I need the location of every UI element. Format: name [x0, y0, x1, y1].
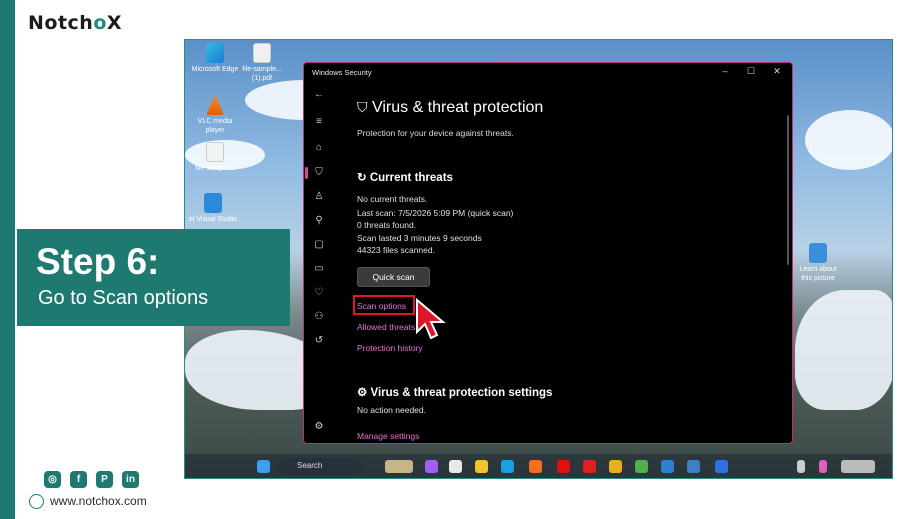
pinterest-icon[interactable]: P: [96, 471, 113, 488]
instagram-icon[interactable]: ◎: [44, 471, 61, 488]
facebook-icon[interactable]: f: [70, 471, 87, 488]
device-icon[interactable]: ▭: [312, 262, 326, 275]
chrome-icon[interactable]: [609, 460, 622, 473]
desktop-icon-edge[interactable]: Microsoft Edge: [190, 43, 240, 74]
tray-chevron-icon[interactable]: [797, 460, 805, 473]
cursor-pointer-icon: [416, 298, 446, 340]
store-icon[interactable]: [449, 460, 462, 473]
shield-outline-icon: ⛉: [357, 99, 368, 115]
desktop-icon-vs[interactable]: el Visual Studio: [188, 193, 238, 224]
close-icon[interactable]: ✕: [770, 66, 784, 78]
back-arrow-icon[interactable]: ←: [312, 88, 326, 101]
start-icon[interactable]: [257, 460, 270, 473]
edge-icon: [206, 43, 224, 63]
firefox-icon[interactable]: [529, 460, 542, 473]
family-icon[interactable]: ⚇: [312, 310, 326, 323]
left-accent-bar: [0, 0, 15, 519]
copilot-icon[interactable]: [425, 460, 438, 473]
notchox-logo: NotchoX: [28, 12, 123, 34]
home-icon[interactable]: ⌂: [312, 141, 326, 154]
scan-options-link[interactable]: Scan options: [357, 301, 406, 311]
health-icon[interactable]: ♡: [312, 286, 326, 299]
app-browser-icon[interactable]: ▢: [312, 238, 326, 251]
menu-icon[interactable]: ≡: [312, 115, 326, 128]
pdf-file-icon: [253, 43, 271, 63]
window-title: Windows Security: [312, 68, 372, 77]
manage-settings-link[interactable]: Manage settings: [357, 431, 419, 441]
cloud: [805, 110, 892, 170]
app-icon[interactable]: [661, 460, 674, 473]
website-link[interactable]: www.notchox.com: [50, 494, 147, 508]
account-icon[interactable]: ♙: [312, 190, 326, 203]
step-subtitle: Go to Scan options: [38, 287, 209, 309]
current-threats-heading: ↻ Current threats: [357, 172, 453, 184]
threats-found-text: 0 threats found.: [357, 220, 417, 230]
settings-status-text: No action needed.: [357, 405, 426, 415]
globe-icon: [29, 494, 44, 509]
desktop-icon-vlc[interactable]: VLC media player: [190, 95, 240, 135]
maximize-icon[interactable]: ☐: [744, 66, 758, 78]
visual-studio-icon: [204, 193, 222, 213]
desktop-icon-pdf[interactable]: file-sample... (1).pdf: [237, 43, 287, 83]
history-icon[interactable]: ↺: [312, 334, 326, 347]
minimize-icon[interactable]: –: [718, 66, 732, 78]
windows-security-window: Windows Security – ☐ ✕ ← ≡ ⌂ ⛉ ♙ ⚲ ▢ ▭ ♡…: [303, 62, 793, 444]
status-tray-icons[interactable]: [841, 460, 875, 473]
scan-duration-text: Scan lasted 3 minutes 9 seconds: [357, 233, 482, 243]
settings-gear-green-icon: ⚙: [357, 387, 368, 399]
quick-scan-button[interactable]: Quick scan: [357, 267, 430, 287]
ice-floe: [795, 290, 892, 410]
edge-taskbar-icon[interactable]: [501, 460, 514, 473]
vlc-icon: [206, 95, 224, 115]
threat-status-text: No current threats.: [357, 194, 428, 204]
protection-settings-heading: ⚙ Virus & threat protection settings: [357, 387, 553, 399]
scrollbar[interactable]: [787, 115, 789, 265]
widgets-icon[interactable]: [385, 460, 413, 473]
files-scanned-text: 44323 files scanned.: [357, 245, 435, 255]
app-l-icon[interactable]: [583, 460, 596, 473]
taskbar: Search: [185, 454, 892, 478]
last-scan-text: Last scan: 7/5/2026 5:09 PM (quick scan): [357, 208, 514, 218]
page-title: ⛉ Virus & threat protection: [357, 99, 544, 116]
shield-icon[interactable]: ⛉: [312, 166, 326, 179]
chrome-profile-icon[interactable]: [635, 460, 648, 473]
mic-icon[interactable]: [819, 460, 827, 473]
page-subtitle: Protection for your device against threa…: [357, 128, 514, 138]
desktop-icon-file[interactable]: file-sample...: [190, 142, 240, 173]
protection-history-link[interactable]: Protection history: [357, 343, 423, 353]
nav-sidebar: ← ≡ ⌂ ⛉ ♙ ⚲ ▢ ▭ ♡ ⚇ ↺ ⚙: [304, 83, 334, 443]
desktop-icon-learn[interactable]: Learn about this picture: [793, 243, 843, 283]
step-title: Step 6:: [36, 241, 160, 282]
security-shield-icon[interactable]: [715, 460, 728, 473]
active-indicator: [305, 167, 308, 179]
refresh-shield-icon: ↻: [357, 172, 367, 184]
netflix-icon[interactable]: [557, 460, 570, 473]
settings-taskbar-icon[interactable]: [687, 460, 700, 473]
linkedin-icon[interactable]: in: [122, 471, 139, 488]
file-icon: [206, 142, 224, 162]
explorer-icon[interactable]: [475, 460, 488, 473]
allowed-threats-link[interactable]: Allowed threats: [357, 322, 415, 332]
window-titlebar: Windows Security – ☐ ✕: [304, 63, 792, 83]
taskbar-search[interactable]: Search: [277, 458, 363, 475]
learn-picture-icon: [809, 243, 827, 263]
settings-gear-icon[interactable]: ⚙: [312, 420, 326, 433]
network-icon[interactable]: ⚲: [312, 214, 326, 227]
step-card: Step 6: Go to Scan options: [17, 229, 290, 326]
screenshot-frame: Microsoft Edge file-sample... (1).pdf VL…: [184, 39, 893, 479]
